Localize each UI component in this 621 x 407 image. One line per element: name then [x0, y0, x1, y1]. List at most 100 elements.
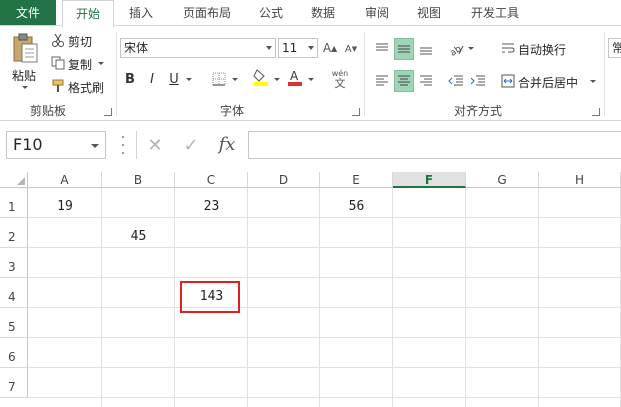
gridline — [28, 307, 621, 308]
copy-icon[interactable] — [50, 55, 66, 71]
align-bottom-icon[interactable] — [416, 38, 436, 60]
orientation-icon[interactable]: ab — [446, 38, 466, 60]
column-header-a[interactable]: A — [28, 172, 102, 188]
column-header-c[interactable]: C — [175, 172, 248, 188]
wrap-text-button[interactable]: 自动换行 — [518, 41, 566, 58]
gridline — [319, 188, 320, 407]
group-divider — [604, 32, 605, 116]
tab-formulas[interactable]: 公式 — [248, 0, 294, 26]
align-middle-icon[interactable] — [394, 38, 414, 60]
column-header-d[interactable]: D — [248, 172, 320, 188]
format-painter-button[interactable]: 格式刷 — [68, 79, 104, 96]
tab-review[interactable]: 审阅 — [354, 0, 400, 26]
row-header-2[interactable]: 2 — [0, 218, 28, 248]
tab-insert[interactable]: 插入 — [118, 0, 164, 26]
cell-b2[interactable]: 45 — [102, 229, 175, 244]
cell-c1[interactable]: 23 — [175, 199, 248, 214]
decrease-font-size-icon[interactable]: A ▼ — [344, 41, 358, 57]
cell-e1[interactable]: 56 — [320, 199, 393, 214]
clipboard-group-label: 剪贴板 — [30, 104, 67, 118]
borders-icon[interactable] — [210, 70, 228, 88]
gridline — [28, 277, 621, 278]
align-center-icon[interactable] — [394, 70, 414, 92]
gridline — [28, 217, 621, 218]
font-color-icon[interactable]: A — [286, 68, 304, 86]
row-header-6[interactable]: 6 — [0, 338, 28, 368]
gridline — [101, 188, 102, 407]
tab-developer[interactable]: 开发工具 — [460, 0, 530, 26]
font-color-dropdown-icon[interactable] — [308, 78, 314, 81]
row-header-4[interactable]: 4 — [0, 278, 28, 308]
cell-a1[interactable]: 19 — [28, 199, 102, 214]
tab-view[interactable]: 视图 — [406, 0, 452, 26]
underline-button[interactable]: U — [166, 70, 182, 88]
font-size-value: 11 — [282, 41, 298, 55]
gridline — [28, 367, 621, 368]
clipboard-launcher-icon[interactable] — [104, 108, 112, 116]
paste-dropdown-icon[interactable] — [22, 86, 28, 89]
spreadsheet-grid[interactable]: A B C D E F G H 1 2 3 4 5 6 7 19 23 56 45 143 — [0, 172, 621, 407]
alignment-launcher-icon[interactable] — [592, 108, 600, 116]
column-header-g[interactable]: G — [466, 172, 539, 188]
insert-function-icon[interactable]: fx — [214, 132, 240, 156]
increase-font-size-icon[interactable]: A ▲ — [322, 39, 338, 57]
ribbon-home: 粘贴 剪切 复制 格式刷 剪贴板 宋体 11 A ▲ A ▼ B I U A wén… — [0, 25, 621, 121]
row-header-1[interactable]: 1 — [0, 188, 28, 218]
font-name-select[interactable]: 宋体 — [120, 38, 276, 58]
chevron-down-icon — [266, 46, 272, 50]
decrease-indent-icon[interactable] — [446, 70, 466, 92]
formula-input[interactable] — [248, 131, 621, 159]
merge-center-icon[interactable] — [500, 72, 516, 90]
tab-data[interactable]: 数据 — [300, 0, 346, 26]
number-format-value: 常 — [612, 41, 621, 55]
gridline — [392, 188, 393, 407]
fill-color-icon[interactable] — [252, 68, 270, 86]
enter-icon[interactable]: ✓ — [180, 134, 202, 156]
tab-file[interactable]: 文件 — [0, 0, 56, 26]
underline-dropdown-icon[interactable] — [186, 78, 192, 81]
paste-button[interactable]: 粘贴 — [12, 67, 36, 84]
phonetic-guide-char: 文 — [334, 76, 346, 90]
formula-bar-grip-icon[interactable] — [122, 136, 125, 154]
align-right-icon[interactable] — [416, 70, 436, 92]
row-header-5[interactable]: 5 — [0, 308, 28, 338]
bold-button[interactable]: B — [122, 70, 138, 88]
column-header-e[interactable]: E — [320, 172, 393, 188]
italic-button[interactable]: I — [144, 70, 160, 88]
cut-button[interactable]: 剪切 — [68, 33, 92, 50]
number-format-select[interactable]: 常 — [608, 38, 621, 58]
orientation-dropdown-icon[interactable] — [468, 47, 474, 50]
align-left-icon[interactable] — [372, 70, 392, 92]
highlight-box — [180, 281, 240, 313]
gridline — [465, 188, 466, 407]
wrap-text-icon[interactable] — [500, 39, 516, 57]
chevron-down-icon[interactable] — [91, 144, 99, 148]
copy-button[interactable]: 复制 — [68, 56, 92, 73]
row-header-7[interactable]: 7 — [0, 368, 28, 398]
cancel-icon[interactable]: ✕ — [144, 134, 166, 156]
gridline — [28, 247, 621, 248]
row-header-3[interactable]: 3 — [0, 248, 28, 278]
merge-center-dropdown-icon[interactable] — [590, 80, 596, 83]
increase-indent-icon[interactable] — [468, 70, 488, 92]
font-size-select[interactable]: 11 — [278, 38, 318, 58]
align-top-icon[interactable] — [372, 38, 392, 60]
font-launcher-icon[interactable] — [352, 108, 360, 116]
name-box[interactable]: F10 — [6, 131, 106, 159]
format-painter-icon[interactable] — [50, 78, 66, 94]
copy-dropdown-icon[interactable] — [98, 62, 104, 65]
phonetic-guide-icon[interactable]: wén 文 — [328, 68, 352, 90]
cut-icon[interactable] — [50, 32, 66, 48]
borders-dropdown-icon[interactable] — [232, 78, 238, 81]
select-all-corner[interactable] — [0, 172, 28, 188]
tab-home[interactable]: 开始 — [62, 0, 114, 27]
column-header-b[interactable]: B — [102, 172, 175, 188]
fill-color-dropdown-icon[interactable] — [274, 78, 280, 81]
svg-text:A: A — [290, 69, 299, 83]
tab-page-layout[interactable]: 页面布局 — [172, 0, 242, 26]
column-header-h[interactable]: H — [539, 172, 621, 188]
column-header-f[interactable]: F — [393, 172, 466, 188]
group-divider — [364, 32, 365, 116]
merge-center-button[interactable]: 合并后居中 — [518, 74, 578, 91]
paste-icon[interactable] — [10, 32, 40, 64]
